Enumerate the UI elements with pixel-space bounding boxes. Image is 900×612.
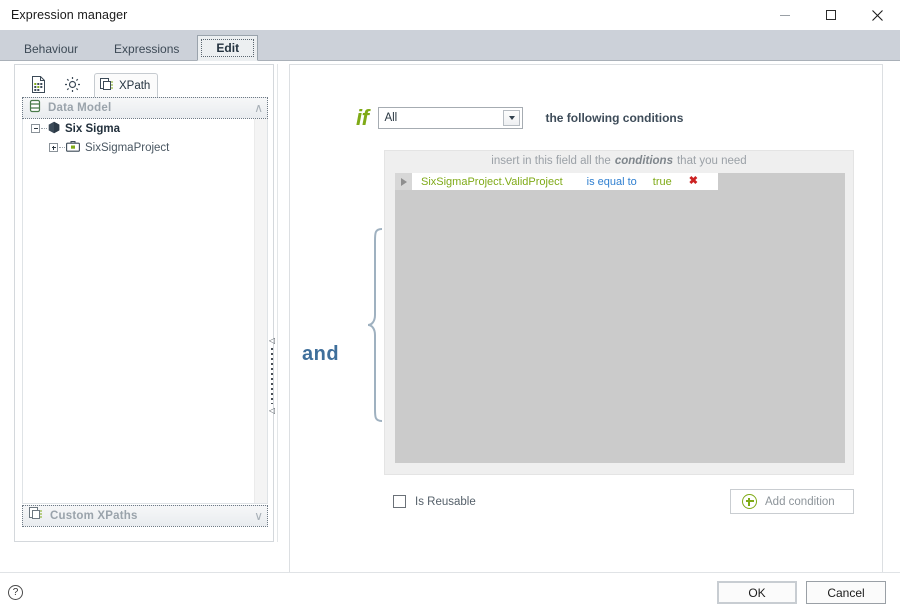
match-mode-select[interactable]: All (378, 107, 524, 129)
tree-item-sixsigmaproject[interactable]: SixSigmaProject (23, 138, 267, 157)
group-brace-icon (366, 227, 384, 423)
hint-part-2: that you need (676, 155, 747, 167)
plus-circle-icon (742, 494, 757, 509)
tab-expressions[interactable]: Expressions (96, 36, 197, 61)
custom-xpaths-title: Custom XPaths (50, 510, 138, 522)
if-suffix-label: the following conditions (545, 111, 684, 125)
expander-plus-icon[interactable] (49, 143, 58, 152)
left-panel: XPath Data Model ∧ Six Sigma SixSigmaPro… (14, 64, 274, 542)
xpath-icon (29, 506, 43, 526)
panel-splitter[interactable]: ◁ ◁ (266, 306, 278, 446)
add-condition-label: Add condition (765, 495, 835, 508)
xpath-icon (100, 77, 114, 95)
database-icon (29, 99, 41, 118)
condition-editor-panel: if All the following conditions and inse… (289, 64, 883, 584)
condition-value[interactable]: true (653, 176, 672, 188)
tree-item-label: Six Sigma (65, 122, 120, 135)
document-grid-icon[interactable] (21, 71, 55, 98)
delete-condition-icon[interactable]: ✖ (689, 176, 698, 187)
expression-manager-window: Expression manager Behaviour Expressions… (0, 0, 900, 612)
tab-edit-label: Edit (216, 41, 240, 55)
dialog-body: XPath Data Model ∧ Six Sigma SixSigmaPro… (0, 61, 900, 584)
left-panel-toolbar: XPath (15, 65, 273, 98)
is-reusable-checkbox[interactable] (393, 495, 406, 508)
minimize-button[interactable] (762, 0, 808, 30)
maximize-button[interactable] (808, 0, 854, 30)
match-mode-value: All (384, 112, 398, 124)
chevron-up-icon[interactable]: ∧ (254, 102, 263, 114)
xpath-tab[interactable]: XPath (94, 73, 159, 98)
tab-expressions-label: Expressions (114, 41, 180, 56)
condition-operator[interactable]: is equal to (587, 176, 637, 188)
conditions-hint: insert in this field all the conditions th… (385, 155, 853, 167)
conditions-list[interactable]: SixSigmaProject.ValidProject is equal to… (395, 173, 845, 463)
window-controls (762, 0, 900, 30)
gear-icon[interactable] (55, 71, 89, 98)
expander-minus-icon[interactable] (31, 124, 40, 133)
if-label: if (356, 105, 369, 130)
cancel-button-label: Cancel (827, 585, 865, 600)
drag-handle-icon[interactable] (395, 173, 412, 190)
tree-item-six-sigma[interactable]: Six Sigma (23, 119, 267, 138)
conditions-dropzone[interactable]: insert in this field all the conditions th… (384, 150, 854, 475)
title-bar: Expression manager (0, 0, 900, 30)
is-reusable-row[interactable]: Is Reusable (393, 495, 476, 508)
footer-buttons: OK Cancel (717, 581, 886, 604)
custom-xpaths-header[interactable]: Custom XPaths ∨ (22, 505, 268, 527)
chevron-down-icon[interactable] (503, 110, 521, 126)
data-model-header[interactable]: Data Model ∧ (22, 97, 268, 119)
expand-left-icon[interactable]: ◁ (269, 407, 275, 415)
ok-button-label: OK (748, 585, 766, 600)
xpath-tab-label: XPath (119, 80, 151, 92)
collapse-left-icon[interactable]: ◁ (269, 337, 275, 345)
add-condition-button[interactable]: Add condition (730, 489, 854, 514)
condition-row[interactable]: SixSigmaProject.ValidProject is equal to… (395, 173, 718, 190)
splitter-grip[interactable] (271, 348, 273, 404)
hint-part-1: insert in this field all the (491, 155, 611, 167)
chevron-down-icon[interactable]: ∨ (254, 510, 263, 522)
condition-field[interactable]: SixSigmaProject.ValidProject (421, 176, 563, 188)
tree-connector (41, 128, 47, 129)
panel-divider (277, 64, 278, 542)
tab-behaviour-label: Behaviour (24, 41, 79, 56)
close-button[interactable] (854, 0, 900, 30)
data-model-title: Data Model (48, 102, 112, 114)
briefcase-icon (66, 140, 80, 155)
ok-button[interactable]: OK (717, 581, 797, 604)
tab-edit[interactable]: Edit (197, 35, 259, 61)
and-operator-label: and (302, 343, 340, 365)
data-model-tree[interactable]: Six Sigma SixSigmaProject (22, 119, 268, 504)
main-tab-strip: Behaviour Expressions Edit (0, 30, 900, 61)
if-row: if All the following conditions (356, 105, 683, 131)
is-reusable-label: Is Reusable (415, 495, 476, 508)
tab-behaviour[interactable]: Behaviour (6, 36, 96, 61)
tree-connector (59, 147, 65, 148)
dialog-footer: ? OK Cancel (0, 573, 900, 612)
help-icon[interactable]: ? (8, 585, 23, 600)
tree-item-label: SixSigmaProject (85, 141, 170, 154)
cancel-button[interactable]: Cancel (806, 581, 886, 604)
hint-emphasis: conditions (614, 155, 673, 167)
window-title: Expression manager (11, 8, 128, 22)
model-node-icon (48, 121, 60, 137)
